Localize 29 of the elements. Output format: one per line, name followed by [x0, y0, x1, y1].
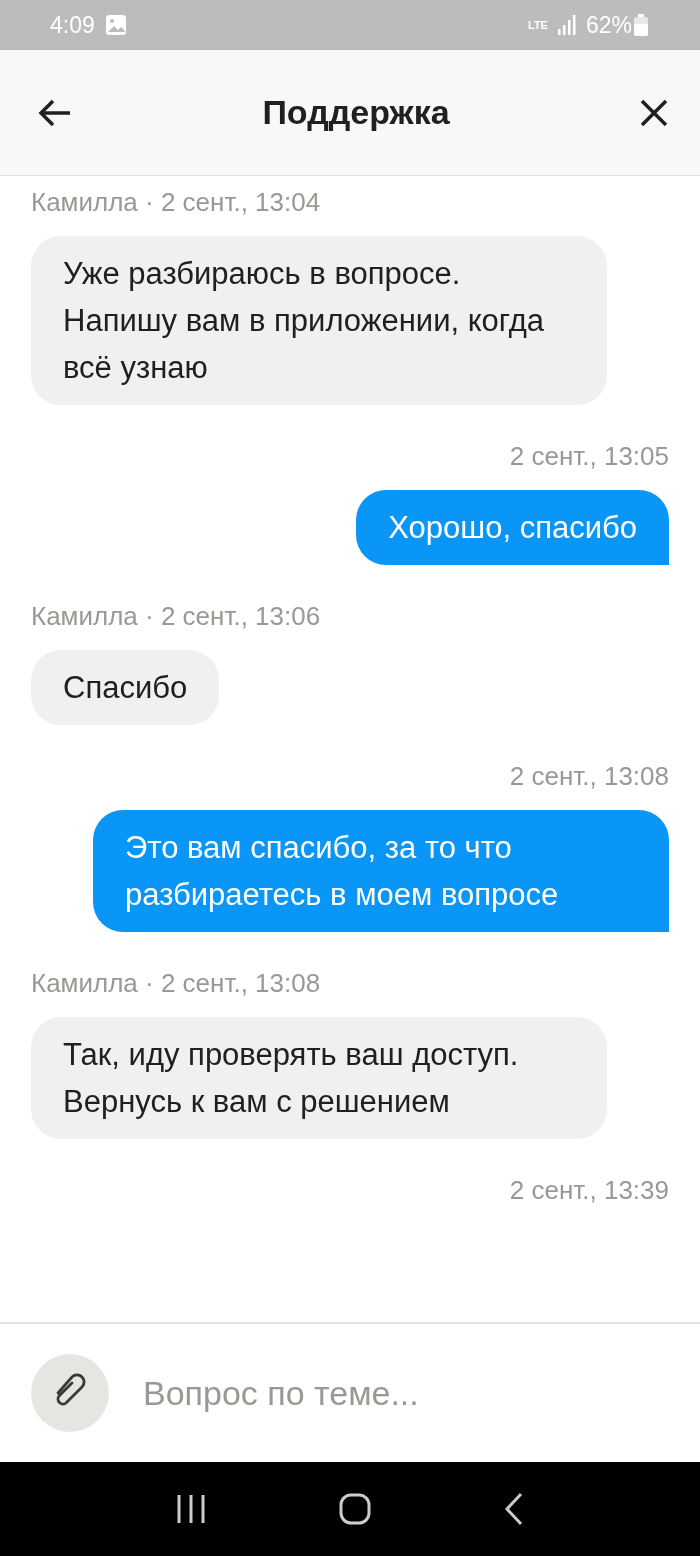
- back-button[interactable]: [38, 97, 72, 128]
- recent-apps-icon: [176, 1493, 207, 1525]
- back-arrow-icon: [38, 97, 72, 128]
- message-meta: 2 сент., 13:05: [509, 440, 669, 473]
- home-icon: [339, 1493, 371, 1525]
- close-button[interactable]: [640, 98, 668, 127]
- outgoing-message: Это вам спасибо, за то что разбираетесь в моем вопросе: [93, 810, 669, 932]
- home-button[interactable]: [339, 1493, 371, 1525]
- message-meta: Камилла · 2 сент., 13:08: [31, 967, 321, 1000]
- incoming-message: Так, иду проверять ваш доступ. Вернусь к вам с решением: [31, 1017, 607, 1139]
- message-input[interactable]: Вопрос по теме...: [141, 1372, 669, 1414]
- message-meta: 2 сент., 13:08: [509, 760, 669, 793]
- outgoing-message: Хорошо, спасибо: [356, 490, 669, 565]
- back-button[interactable]: [503, 1492, 524, 1526]
- battery-icon: [634, 14, 648, 36]
- back-chevron-icon: [503, 1492, 524, 1526]
- incoming-message: Спасибо: [31, 650, 220, 725]
- clock: 4:09: [50, 11, 95, 39]
- message-meta: Камилла · 2 сент., 13:04: [31, 186, 321, 219]
- battery-percent: 62%: [585, 11, 632, 39]
- image-icon: [104, 14, 127, 36]
- message-meta: 2 сент., 13:39: [509, 1174, 669, 1207]
- signal-icon: [557, 15, 576, 35]
- close-icon: [640, 98, 668, 127]
- message-meta: Камилла · 2 сент., 13:06: [31, 600, 321, 633]
- incoming-message: Уже разбираюсь в вопросе. Напишу вам в приложении, когда всё узнаю: [31, 236, 607, 405]
- network-type: LTE: [528, 19, 548, 31]
- recent-apps-button[interactable]: [176, 1493, 207, 1525]
- screen-title: Поддержка: [262, 93, 450, 132]
